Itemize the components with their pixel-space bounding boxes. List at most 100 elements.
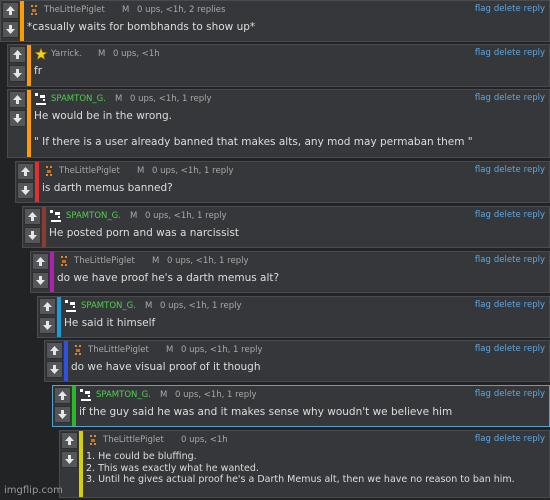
comment-text: 1. He could be bluffing. 2. This was exa… [86, 451, 515, 485]
spamton-avatar-icon[interactable] [64, 299, 78, 313]
downvote-button[interactable] [61, 451, 78, 468]
comment-4: TheLittlePiglet M 0 ups, <1h, 1 reply fl… [15, 161, 550, 203]
username-link[interactable]: TheLittlePiglet [44, 5, 105, 15]
flag-link[interactable]: flag [475, 344, 491, 354]
upvote-button[interactable] [9, 91, 26, 108]
flag-link[interactable]: flag [475, 389, 491, 399]
piglet-avatar-icon[interactable] [57, 254, 71, 268]
thread-depth-bar [57, 297, 61, 337]
delete-link[interactable]: delete [494, 344, 521, 354]
comment-meta: 0 ups, <1h, 1 reply [152, 166, 234, 176]
flag-link[interactable]: flag [475, 48, 491, 58]
downvote-button[interactable] [39, 317, 56, 334]
reply-link[interactable]: reply [524, 210, 545, 220]
downvote-button[interactable] [46, 361, 63, 378]
reply-link[interactable]: reply [524, 4, 545, 14]
arrow-down-icon [13, 69, 22, 78]
piglet-avatar-icon[interactable] [86, 433, 100, 447]
downvote-button[interactable] [9, 110, 26, 127]
comment-2: Yarrick. M 0 ups, <1h flag delete reply fr [7, 44, 550, 87]
reply-link[interactable]: reply [524, 93, 545, 103]
upvote-button[interactable] [2, 2, 19, 19]
flag-link[interactable]: flag [475, 165, 491, 175]
delete-link[interactable]: delete [494, 93, 521, 103]
username-link[interactable]: TheLittlePiglet [103, 435, 164, 445]
comment-meta: 0 ups, <1h [181, 435, 228, 445]
downvote-button[interactable] [2, 21, 19, 38]
upvote-button[interactable] [46, 342, 63, 359]
username-link[interactable]: TheLittlePiglet [88, 345, 149, 355]
comment-actions: flag delete reply [472, 389, 545, 399]
flag-link[interactable]: flag [475, 93, 491, 103]
user-rank: M [137, 166, 145, 176]
delete-link[interactable]: delete [494, 434, 521, 444]
flag-link[interactable]: flag [475, 300, 491, 310]
spamton-avatar-icon[interactable] [79, 388, 93, 402]
delete-link[interactable]: delete [494, 255, 521, 265]
upvote-button[interactable] [9, 46, 26, 63]
comment-meta: 0 ups, <1h, 1 reply [130, 94, 212, 104]
vote-controls [9, 46, 26, 84]
comment-10: TheLittlePiglet 0 ups, <1h flag delete rep… [59, 430, 550, 498]
spamton-avatar-icon[interactable] [49, 209, 63, 223]
upvote-button[interactable] [61, 432, 78, 449]
downvote-button[interactable] [32, 272, 49, 289]
upvote-button[interactable] [17, 163, 34, 180]
reply-link[interactable]: reply [524, 434, 545, 444]
username-link[interactable]: TheLittlePiglet [59, 166, 120, 176]
thread-depth-bar [35, 162, 39, 202]
star-avatar-icon[interactable] [34, 47, 48, 61]
flag-link[interactable]: flag [475, 255, 491, 265]
user-rank: M [122, 5, 130, 15]
spamton-avatar-icon[interactable] [34, 92, 48, 106]
arrow-up-icon [13, 95, 22, 104]
reply-link[interactable]: reply [524, 48, 545, 58]
thread-depth-bar [64, 341, 68, 381]
downvote-button[interactable] [24, 227, 41, 244]
upvote-button[interactable] [39, 298, 56, 315]
flag-link[interactable]: flag [475, 4, 491, 14]
delete-link[interactable]: delete [494, 4, 521, 14]
upvote-button[interactable] [24, 208, 41, 225]
comment-actions: flag delete reply [472, 93, 545, 103]
delete-link[interactable]: delete [494, 300, 521, 310]
downvote-button[interactable] [54, 406, 71, 423]
username-link[interactable]: SPAMTON_G. [51, 94, 106, 104]
delete-link[interactable]: delete [494, 48, 521, 58]
username-link[interactable]: Yarrick. [51, 49, 82, 59]
username-link[interactable]: TheLittlePiglet [74, 256, 135, 266]
vote-controls [46, 342, 63, 380]
comment-actions: flag delete reply [472, 210, 545, 220]
reply-link[interactable]: reply [524, 344, 545, 354]
comment-9: SPAMTON_G. M 0 ups, <1h, 1 reply flag del… [52, 385, 550, 427]
vote-controls [61, 432, 78, 470]
flag-link[interactable]: flag [475, 210, 491, 220]
piglet-avatar-icon[interactable] [42, 164, 56, 178]
username-link[interactable]: SPAMTON_G. [96, 390, 151, 400]
downvote-button[interactable] [9, 65, 26, 82]
delete-link[interactable]: delete [494, 389, 521, 399]
downvote-button[interactable] [17, 182, 34, 199]
reply-link[interactable]: reply [524, 255, 545, 265]
delete-link[interactable]: delete [494, 210, 521, 220]
flag-link[interactable]: flag [475, 434, 491, 444]
reply-link[interactable]: reply [524, 389, 545, 399]
comment-meta: 0 ups, <1h, 2 replies [137, 5, 226, 15]
username-link[interactable]: SPAMTON_G. [66, 211, 121, 221]
thread-depth-bar [27, 90, 31, 157]
reply-link[interactable]: reply [524, 165, 545, 175]
piglet-avatar-icon[interactable] [71, 343, 85, 357]
user-rank: M [145, 301, 153, 311]
username-link[interactable]: SPAMTON_G. [81, 301, 136, 311]
vote-controls [32, 253, 49, 291]
piglet-avatar-icon[interactable] [27, 3, 41, 17]
upvote-button[interactable] [32, 253, 49, 270]
arrow-up-icon [28, 212, 37, 221]
comment-6: TheLittlePiglet M 0 ups, <1h, 1 reply fl… [30, 251, 550, 293]
delete-link[interactable]: delete [494, 165, 521, 175]
comment-text: if the guy said he was and it makes sens… [79, 406, 453, 418]
comment-text: He said it himself [64, 317, 156, 329]
upvote-button[interactable] [54, 387, 71, 404]
thread-depth-bar [20, 1, 24, 41]
reply-link[interactable]: reply [524, 300, 545, 310]
